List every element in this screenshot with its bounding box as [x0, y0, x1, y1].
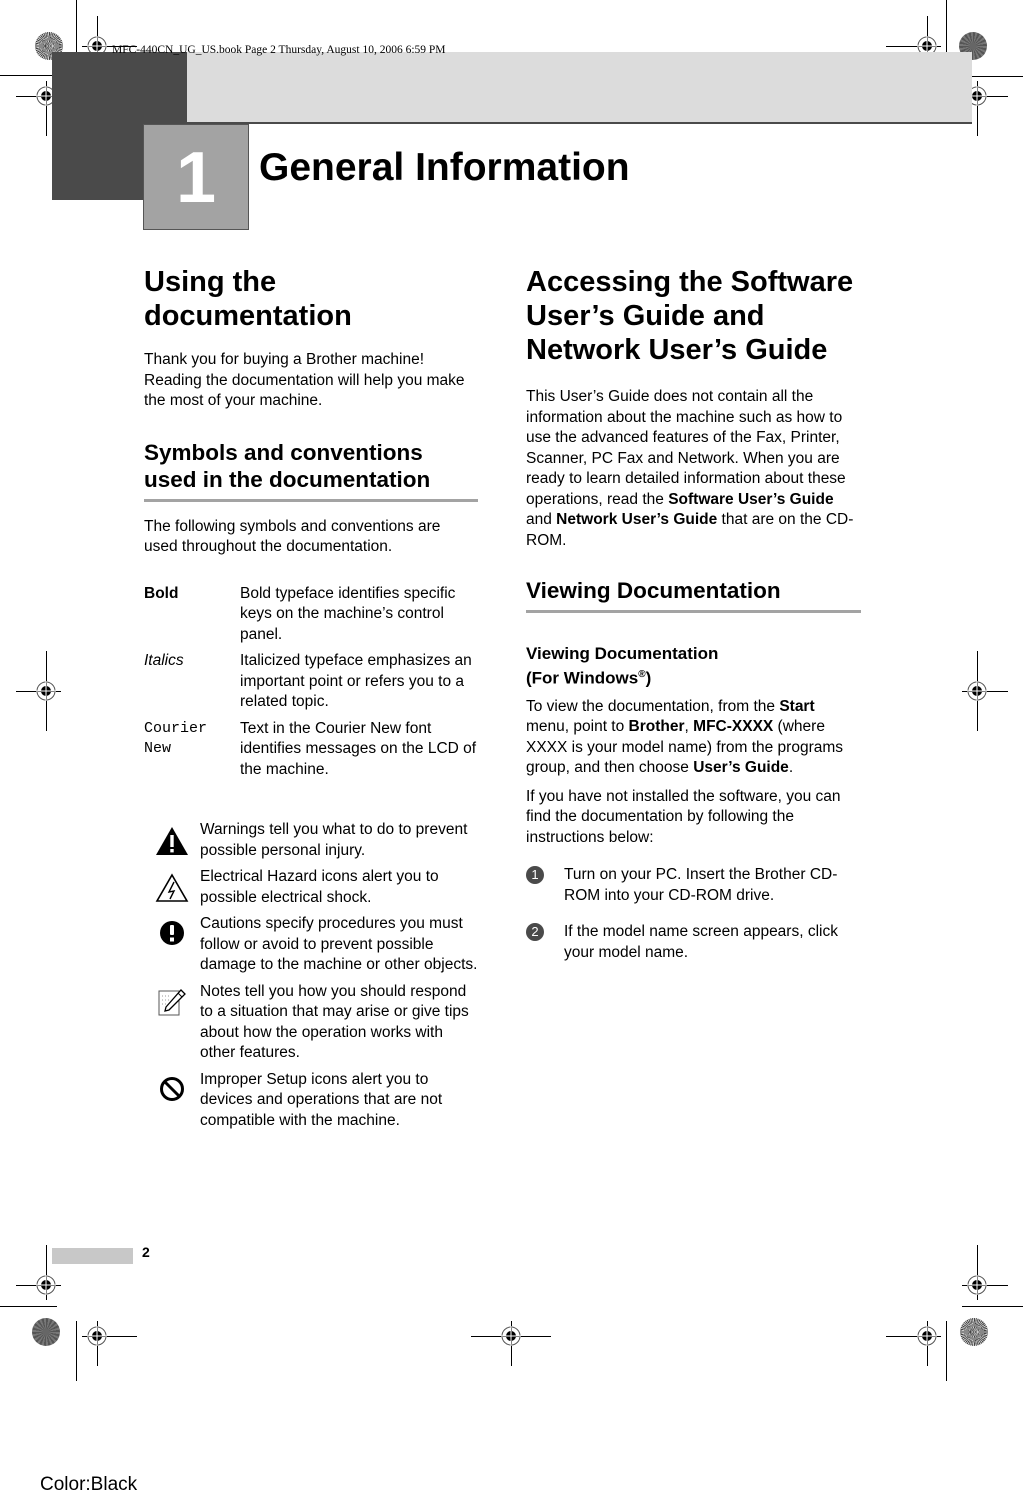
convention-description: Italicized typeface emphasizes an import… [240, 652, 472, 710]
print-slug: MFC-440CN_UG_US.book Page 2 Thursday, Au… [112, 44, 446, 56]
color-rosette-icon [32, 1318, 60, 1346]
registration-mark-icon [36, 1275, 56, 1295]
section-title-using-documentation: Using the documentation [144, 266, 352, 332]
accessing-paragraph: This User’s Guide does not contain all t… [526, 388, 854, 549]
registration-mark-icon [967, 681, 987, 701]
icon-description: Electrical Hazard icons alert you to pos… [200, 868, 439, 906]
registration-mark-icon [917, 1326, 937, 1346]
convention-term: Italics [144, 652, 184, 669]
not-installed-paragraph: If you have not installed the software, … [526, 787, 841, 846]
subsection-title-viewing: Viewing Documentation [526, 577, 861, 613]
crop-line [962, 1306, 1023, 1307]
icon-legend-row: Electrical Hazard icons alert you to pos… [144, 867, 478, 908]
viewing-instructions: To view the documentation, from the Star… [526, 697, 844, 777]
icon-description: Warnings tell you what to do to prevent … [200, 821, 468, 859]
warning-icon [156, 827, 188, 855]
chapter-number-box: 1 [143, 124, 249, 230]
footer-bar [52, 1248, 133, 1264]
convention-description: Bold typeface identifies specific keys o… [240, 584, 456, 643]
color-rosette-icon [960, 1318, 988, 1346]
crop-line [76, 0, 77, 60]
improper-setup-icon [160, 1076, 184, 1101]
convention-term: Courier New [144, 719, 208, 758]
software-guide-ref: Software User’s Guide [668, 490, 834, 508]
icon-description: Improper Setup icons alert you to device… [200, 1070, 443, 1129]
icon-description: Cautions specify procedures you must fol… [200, 915, 478, 973]
icon-legend-row: Improper Setup icons alert you to device… [144, 1070, 478, 1132]
registration-mark-icon [87, 1326, 107, 1346]
subsection-title-symbols: Symbols and conventions used in the docu… [144, 439, 478, 502]
note-icon [158, 988, 186, 1015]
registration-mark-icon [967, 1275, 987, 1295]
icon-legend: Warnings tell you what to do to prevent … [144, 820, 478, 1131]
crop-line [76, 1321, 77, 1381]
step-text: If the model name screen appears, click … [564, 923, 838, 961]
step-item: 2 If the model name screen appears, clic… [526, 922, 861, 963]
icon-legend-row: Warnings tell you what to do to prevent … [144, 820, 478, 861]
crop-line [0, 1306, 57, 1307]
chapter-number: 1 [175, 138, 217, 218]
section-title-accessing-guides: Accessing the Software User’s Guide and … [526, 266, 854, 366]
network-guide-ref: Network User’s Guide [556, 511, 718, 528]
right-column: Accessing the Software User’s Guide and … [526, 265, 861, 963]
header-band [187, 52, 972, 124]
convention-row: Bold Bold typeface identifies specific k… [144, 584, 478, 646]
caution-icon [160, 921, 184, 945]
electrical-hazard-icon [155, 873, 189, 902]
icon-legend-row: Notes tell you how you should respond to… [144, 982, 478, 1064]
icon-legend-row: Cautions specify procedures you must fol… [144, 914, 478, 976]
symbols-intro: The following symbols and conventions ar… [144, 517, 441, 556]
step-number-badge: 1 [526, 866, 544, 885]
crop-line [946, 0, 947, 60]
left-column: Using the documentation Thank you for bu… [144, 265, 478, 1137]
registration-mark-icon [501, 1326, 521, 1346]
step-text: Turn on your PC. Insert the Brother CD-R… [564, 866, 838, 904]
crop-line [0, 75, 60, 76]
subsubsection-title-windows: Viewing Documentation (For Windows®) [526, 644, 719, 688]
registration-mark-icon [36, 681, 56, 701]
page-number: 2 [142, 1244, 150, 1260]
step-item: 1 Turn on your PC. Insert the Brother CD… [526, 865, 861, 906]
icon-description: Notes tell you how you should respond to… [200, 982, 469, 1062]
convention-row: Italics Italicized typeface emphasizes a… [144, 651, 478, 713]
crop-line [946, 1321, 947, 1381]
step-number-badge: 2 [526, 923, 544, 942]
convention-term: Bold [144, 584, 179, 602]
convention-row: Courier New Text in the Courier New font… [144, 719, 478, 781]
convention-description: Text in the Courier New font identifies … [240, 719, 477, 778]
chapter-title: General Information [259, 146, 630, 189]
conventions-table: Bold Bold typeface identifies specific k… [144, 584, 478, 781]
intro-paragraph: Thank you for buying a Brother machine! … [144, 351, 465, 409]
